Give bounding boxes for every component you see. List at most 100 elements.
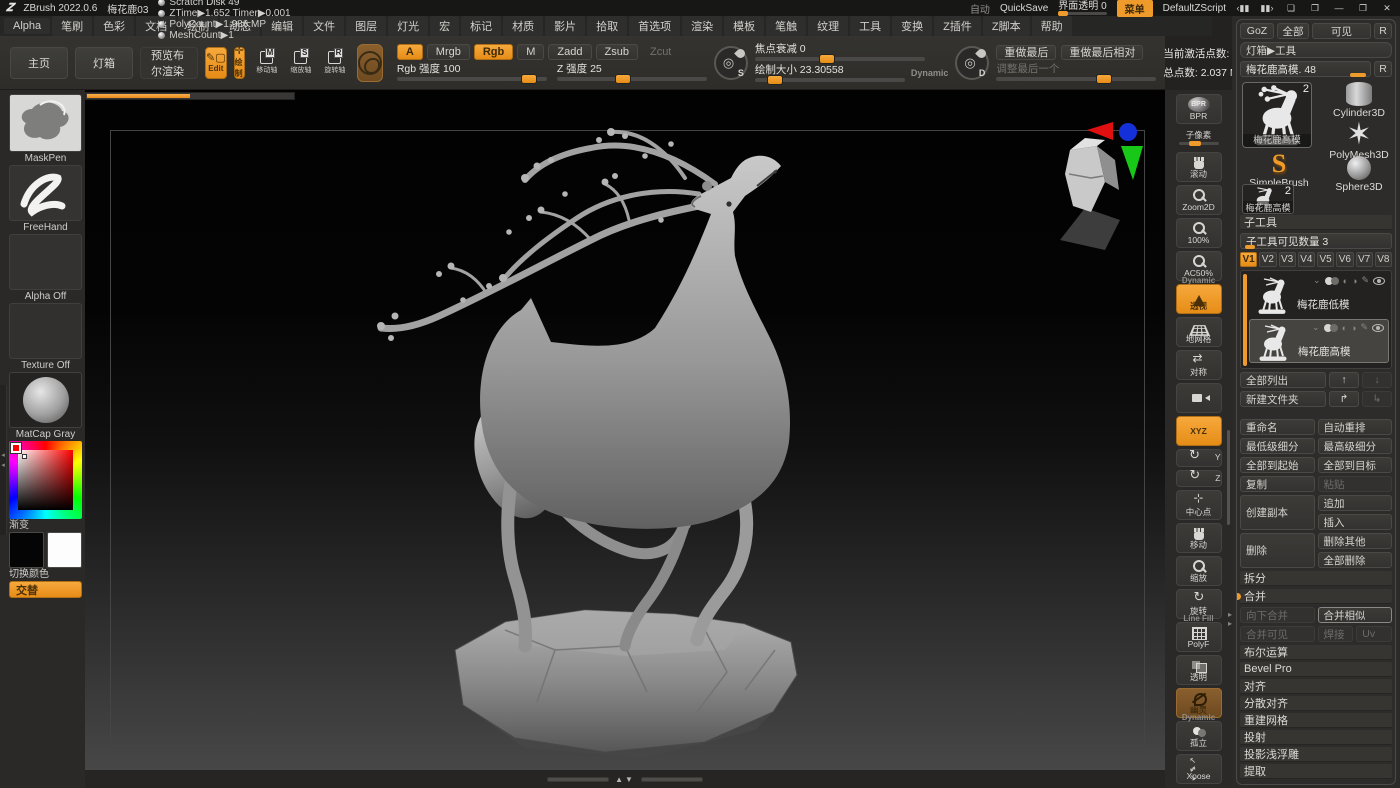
actual-size-button[interactable]: 100%	[1176, 218, 1222, 248]
menu-item[interactable]: 标记	[461, 16, 501, 36]
tool-slider[interactable]: 梅花鹿高模. 48	[1240, 61, 1371, 77]
menu-item[interactable]: 笔刷	[52, 16, 92, 36]
梅花鹿高模[interactable]: ⌄ ◐ ◑ ✎ 梅花鹿高模	[1249, 319, 1389, 363]
slider-knob[interactable]	[1245, 245, 1255, 249]
left-tray-toggle-icon[interactable]: ‹▮▮	[1236, 3, 1250, 14]
maximize-button[interactable]: ❐	[1356, 3, 1370, 14]
highest-subdiv-button[interactable]: 最高级细分	[1318, 438, 1393, 454]
polypaint-circle2-icon[interactable]	[1331, 277, 1339, 285]
menu-item[interactable]: 工具	[850, 16, 890, 36]
x-axis-indicator[interactable]	[1087, 122, 1113, 140]
polypaint-arrow-icon[interactable]: ⌄	[1313, 275, 1321, 286]
redo-last-relative-button[interactable]: 重做最后相对	[1061, 45, 1143, 60]
menu-item[interactable]: 文件	[304, 16, 344, 36]
delete-other-button[interactable]: 删除其他	[1318, 533, 1393, 549]
axis-button[interactable]: S 缩放轴	[286, 46, 316, 80]
current-texture-thumbnail[interactable]	[9, 303, 82, 359]
paint-mode-button[interactable]: Rgb	[474, 44, 513, 60]
paint-mode-button[interactable]: M	[517, 44, 544, 60]
tool-sphere3d[interactable]: Sphere3D	[1320, 156, 1396, 193]
merge-down-button[interactable]: 向下合并	[1240, 607, 1315, 623]
redo-curve-icon[interactable]: D	[955, 46, 989, 80]
subtool-header[interactable]: 子工具	[1240, 215, 1392, 230]
menu-item[interactable]: Alpha	[4, 18, 50, 34]
delete-all-button[interactable]: 全部删除	[1318, 552, 1393, 568]
rgb-intensity-slider[interactable]: Rgb 强度 100	[397, 64, 547, 81]
rename-button[interactable]: 重命名	[1240, 419, 1315, 435]
main-color-swatch[interactable]	[9, 532, 44, 568]
secondary-color-swatch[interactable]	[47, 532, 82, 568]
move-button[interactable]: 移动	[1176, 523, 1222, 553]
list-all-button[interactable]: 全部列出	[1240, 372, 1326, 388]
subtool-view-tab[interactable]: V7	[1356, 252, 1373, 267]
home-tab-button[interactable]: 主页	[10, 47, 68, 79]
current-stroke-thumbnail[interactable]	[9, 165, 82, 221]
edit-button[interactable]: ✎▢ Edit	[205, 47, 227, 79]
polypaint-arrow-icon[interactable]: ⌄	[1312, 322, 1320, 333]
subtool-down-button[interactable]: ↓	[1362, 372, 1392, 388]
alternate-color-button[interactable]: 交替	[9, 581, 82, 598]
menu-button[interactable]: 菜单	[1117, 0, 1153, 17]
merge-similar-button[interactable]: 合并相似	[1318, 607, 1393, 623]
xpose-button[interactable]: Xpose	[1176, 754, 1222, 784]
paint-mode-button[interactable]: Zadd	[548, 44, 591, 60]
duplicate-button[interactable]: 创建副本	[1240, 495, 1315, 530]
menu-item[interactable]: 宏	[430, 16, 459, 36]
section-header[interactable]: 分散对齐	[1240, 696, 1392, 711]
minimize-button[interactable]: —	[1332, 3, 1346, 14]
all-to-start-button[interactable]: 全部到起始	[1240, 457, 1315, 473]
polypaint-circle2-icon[interactable]	[1330, 324, 1338, 332]
menu-item[interactable]: 渲染	[682, 16, 722, 36]
scale-button[interactable]: 缩放	[1176, 556, 1222, 586]
menu-item[interactable]: 材质	[503, 16, 543, 36]
y-axis-indicator[interactable]	[1121, 146, 1143, 180]
bpr-button[interactable]: BPR BPR	[1176, 94, 1222, 124]
default-zscript-button[interactable]: DefaultZScript	[1163, 3, 1226, 14]
tool-deer-lowpoly-thumbnail[interactable]: 2 梅花鹿高模	[1242, 184, 1294, 214]
current-alpha-thumbnail[interactable]	[9, 234, 82, 290]
halftone-icon[interactable]: ◐	[1343, 276, 1348, 286]
current-brush-button[interactable]	[357, 44, 383, 82]
section-header[interactable]: 投射	[1240, 730, 1392, 745]
paint-mode-button[interactable]: A	[397, 44, 423, 60]
subtool-view-tab[interactable]: V4	[1298, 252, 1315, 267]
paintbrush-icon[interactable]: ✎	[1360, 322, 1368, 333]
right-tray-toggle-icon[interactable]: ▮▮›	[1260, 3, 1274, 14]
toolbar-scrollbar[interactable]	[1227, 430, 1230, 525]
menu-item[interactable]: 帮助	[1032, 16, 1072, 36]
menu-item[interactable]: 纹理	[808, 16, 848, 36]
z-intensity-slider[interactable]: Z 强度 25	[557, 64, 707, 81]
xyz-button[interactable]: XYZ	[1176, 416, 1222, 446]
menu-item[interactable]: 影片	[545, 16, 585, 36]
redo-last-button[interactable]: 重做最后	[996, 45, 1056, 60]
tray-expand-arrows-icon[interactable]: ▲▼	[615, 775, 635, 784]
paste-button[interactable]: 粘贴	[1318, 476, 1393, 492]
r-button-2[interactable]: R	[1374, 61, 1392, 77]
draw-button[interactable]: ✛ 绘 制	[234, 47, 245, 79]
draw-size-slider[interactable]: 绘制大小 23.30558	[755, 65, 905, 82]
append-button[interactable]: 追加	[1318, 495, 1393, 511]
copy-button[interactable]: 复制	[1240, 476, 1315, 492]
restore-window-icon[interactable]: ❐	[1308, 3, 1322, 14]
weld-button[interactable]: 焊接	[1318, 626, 1354, 642]
goz-all-button[interactable]: 全部	[1277, 23, 1309, 39]
halftone2-icon[interactable]: ◑	[1351, 323, 1356, 333]
y-axis-button[interactable]: Y	[1176, 449, 1222, 467]
camera-lock-button[interactable]	[1176, 383, 1222, 413]
section-header[interactable]: 投影浅浮雕	[1240, 747, 1392, 762]
paint-mode-button[interactable]: Zcut	[642, 44, 679, 60]
goz-button[interactable]: GoZ	[1240, 23, 1274, 39]
slider-knob[interactable]	[1350, 73, 1366, 77]
section-header[interactable]: Bevel Pro	[1240, 662, 1392, 677]
lightbox-tool-button[interactable]: 灯箱▶工具	[1240, 42, 1392, 58]
halftone-icon[interactable]: ◐	[1342, 323, 1347, 333]
subtool-view-tab[interactable]: V3	[1279, 252, 1296, 267]
r-button[interactable]: R	[1374, 23, 1392, 39]
scroll-button[interactable]: 滚动	[1176, 152, 1222, 182]
stroke-curve-icon[interactable]: S	[714, 46, 748, 80]
梅花鹿低模[interactable]: ⌄ ◐ ◑ ✎ 梅花鹿低模	[1249, 273, 1389, 317]
insert-button[interactable]: 插入	[1318, 514, 1393, 530]
paint-mode-button[interactable]: Zsub	[596, 44, 638, 60]
subtool-view-tab[interactable]: V6	[1336, 252, 1353, 267]
frame-button[interactable]: 中心点	[1176, 490, 1222, 520]
